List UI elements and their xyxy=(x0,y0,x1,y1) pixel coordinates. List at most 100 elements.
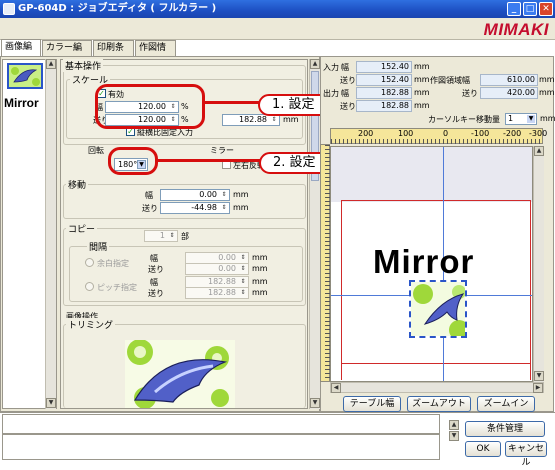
tab-print-conditions[interactable]: 印刷条件 xyxy=(93,40,134,68)
preview-dolphin-icon xyxy=(411,282,465,336)
thumbnail-scrollbar[interactable]: ▲ ▼ xyxy=(45,59,56,409)
tab-plot-info[interactable]: 作図情報 xyxy=(135,40,176,68)
basic-ops-title: 基本操作 xyxy=(63,59,104,72)
cursor-step-label: カーソルキー移動量 xyxy=(428,115,500,124)
spinner-icon[interactable]: ⇕ xyxy=(168,232,176,240)
scroll-down-button[interactable]: ▼ xyxy=(310,398,320,408)
copy-count-value: 1 xyxy=(159,231,165,240)
scroll-down-button[interactable]: ▼ xyxy=(449,431,459,441)
spinner-icon[interactable]: ⇕ xyxy=(239,289,247,297)
rotation-title: 回転 xyxy=(88,146,104,155)
gap-feed-value: 0.00 xyxy=(218,264,236,273)
window-title: GP-604D : ジョブエディタ ( フルカラー ) xyxy=(18,3,217,14)
canvas-background xyxy=(331,147,532,202)
callout-2-highlight xyxy=(108,147,158,175)
scroll-up-button[interactable]: ▲ xyxy=(46,59,56,69)
plot-area-left xyxy=(341,200,342,380)
move-feed-input[interactable]: -44.98 ⇕ xyxy=(160,202,230,214)
preview-image[interactable] xyxy=(409,280,467,338)
ruler-tick-label: -300 xyxy=(529,129,548,138)
tab-image-edit[interactable]: 画像編集 xyxy=(1,39,41,67)
zoom-in-button[interactable]: ズームイン xyxy=(477,396,535,412)
scroll-down-button[interactable]: ▼ xyxy=(46,398,56,408)
gap-width-unit: mm xyxy=(252,253,268,262)
move-feed-label: 送り xyxy=(142,204,158,213)
thumbnail-label: Mirror xyxy=(4,96,39,110)
brand-logo: MIMAKI xyxy=(483,20,549,39)
trim-preview-image[interactable] xyxy=(125,340,235,408)
input-label: 入力 xyxy=(323,63,339,72)
ruler-tick-label: 200 xyxy=(358,129,374,138)
output-label: 出力 xyxy=(323,89,339,98)
cancel-button[interactable]: キャンセル xyxy=(505,441,547,468)
gap-title: 間隔 xyxy=(87,240,110,253)
copy-count-input[interactable]: 1 ⇕ xyxy=(144,230,178,242)
callout-2-line xyxy=(158,159,261,162)
scroll-right-button[interactable]: ▶ xyxy=(533,383,543,393)
scroll-left-button[interactable]: ◀ xyxy=(331,383,341,393)
area-width-label: 幅 xyxy=(462,76,470,85)
condition-manage-button[interactable]: 条件管理 xyxy=(465,421,545,437)
spinner-icon[interactable]: ⇕ xyxy=(220,204,228,212)
move-width-input[interactable]: 0.00 ⇕ xyxy=(160,189,230,201)
thumbnail-image[interactable] xyxy=(7,63,43,89)
input-width-unit: mm xyxy=(414,62,430,71)
spinner-icon[interactable]: ⇕ xyxy=(239,278,247,286)
scroll-up-button[interactable]: ▲ xyxy=(449,420,459,430)
area-label: 作図領域 xyxy=(430,76,462,85)
tab-color-edit[interactable]: カラー編集 xyxy=(42,40,92,68)
pitch-feed-input[interactable]: 182.88 ⇕ xyxy=(185,287,249,299)
gap-feed-input[interactable]: 0.00 ⇕ xyxy=(185,263,249,275)
gap-width-value: 0.00 xyxy=(218,253,236,262)
minimize-button[interactable]: _ xyxy=(507,2,521,16)
preview-canvas[interactable]: Mirror xyxy=(330,146,533,382)
margin-radio[interactable] xyxy=(85,258,94,267)
callout-1-highlight xyxy=(95,84,205,129)
pitch-width-label: 幅 xyxy=(150,278,158,287)
output-feed-value: 182.88 xyxy=(356,100,412,112)
mirror-title: ミラー xyxy=(210,146,234,155)
input-width-label: 幅 xyxy=(341,63,349,72)
callout-1-line xyxy=(205,101,260,104)
canvas-vscrollbar[interactable]: ▲ ▼ xyxy=(533,146,544,382)
close-button[interactable]: ✕ xyxy=(539,2,553,16)
vertical-ruler xyxy=(320,144,330,382)
zoom-out-button[interactable]: ズームアウト xyxy=(407,396,471,412)
table-width-button[interactable]: テーブル幅 xyxy=(343,396,401,412)
canvas-hscrollbar[interactable]: ◀ ▶ xyxy=(330,382,544,393)
scroll-up-button[interactable]: ▲ xyxy=(534,146,544,156)
status-area xyxy=(2,414,440,434)
horizontal-ruler: 200 100 0 -100 -200 -300 xyxy=(330,128,547,144)
plot-area-right xyxy=(530,200,531,380)
area-width-unit: mm xyxy=(539,75,555,84)
scroll-down-button[interactable]: ▼ xyxy=(534,371,544,381)
thumbnail-dolphin-icon xyxy=(9,65,41,87)
ruler-tick-label: -100 xyxy=(471,129,490,138)
area-feed-unit: mm xyxy=(539,88,555,97)
copy-count-unit: 部 xyxy=(181,232,189,241)
plot-area-top xyxy=(341,200,531,201)
cursor-step-unit: mm xyxy=(540,114,555,123)
ok-button[interactable]: OK xyxy=(465,441,501,457)
output-width-value: 182.88 xyxy=(356,87,412,99)
cursor-step-select[interactable]: 1 ▼ xyxy=(505,113,537,125)
scale-feed-mm-value: 182.88 xyxy=(239,115,267,124)
spinner-icon[interactable]: ⇕ xyxy=(270,116,278,124)
maximize-button[interactable]: □ xyxy=(523,2,537,16)
margin-label: 余白指定 xyxy=(97,259,129,268)
pitch-radio[interactable] xyxy=(85,282,94,291)
copy-title: コピー xyxy=(66,222,98,235)
chevron-down-icon: ▼ xyxy=(527,115,535,123)
output-width-label: 幅 xyxy=(341,89,349,98)
spinner-icon[interactable]: ⇕ xyxy=(239,265,247,273)
spinner-icon[interactable]: ⇕ xyxy=(239,254,247,262)
footer-spinner[interactable]: ▲ ▼ xyxy=(449,420,459,442)
area-width-value: 610.00 xyxy=(480,74,538,86)
gap-feed-unit: mm xyxy=(252,264,268,273)
output-feed-unit: mm xyxy=(414,101,430,110)
move-title: 移動 xyxy=(66,178,89,191)
scroll-up-button[interactable]: ▲ xyxy=(310,59,320,69)
spinner-icon[interactable]: ⇕ xyxy=(220,191,228,199)
ruler-tick-label: -200 xyxy=(503,129,522,138)
brand-bar xyxy=(0,18,555,40)
